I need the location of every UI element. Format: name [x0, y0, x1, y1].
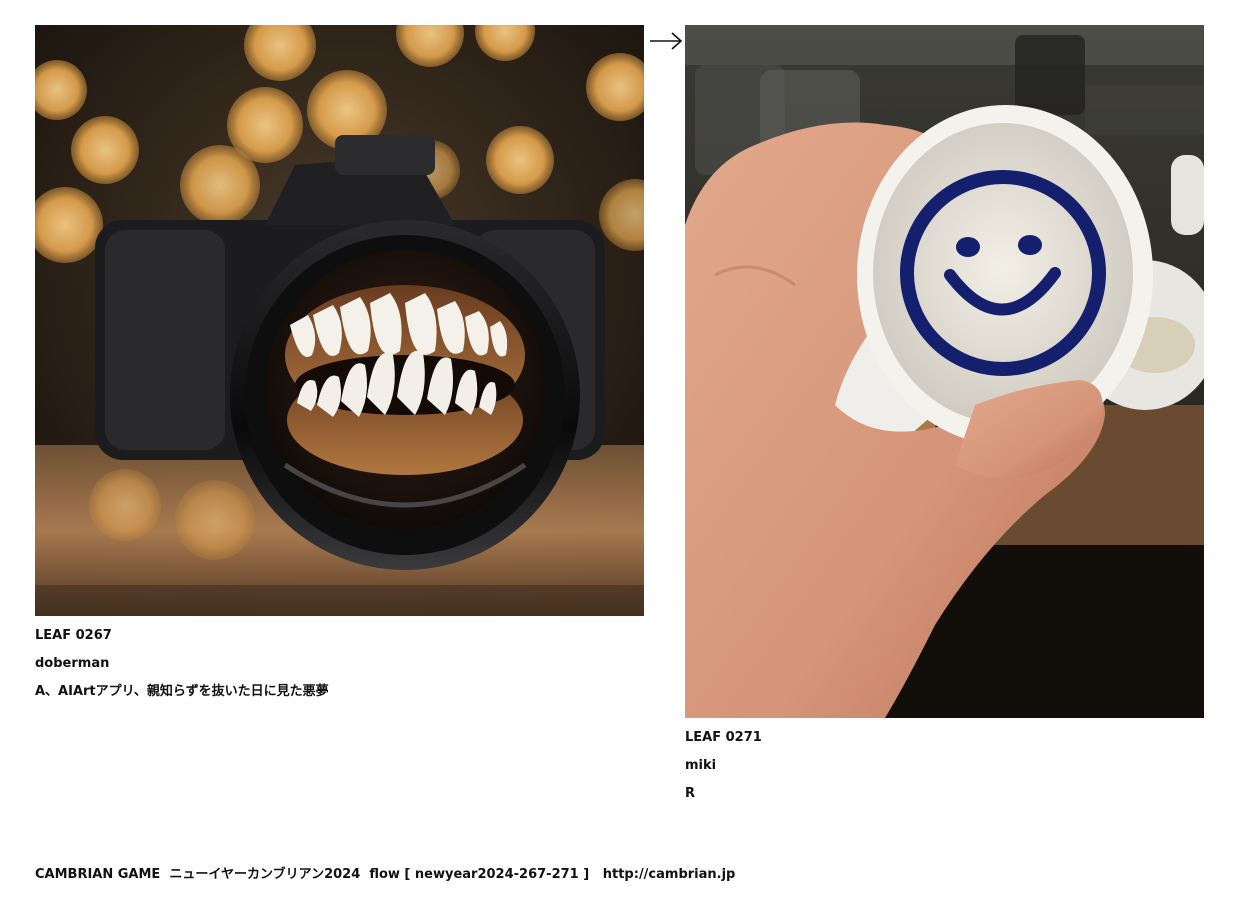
right-arrow-icon — [650, 32, 683, 50]
footer-flow: flow [ newyear2024-267-271 ] — [369, 867, 590, 882]
leaf-caption: R — [685, 786, 696, 801]
camera-with-teeth-photo[interactable] — [35, 25, 644, 616]
smiley-sake-cup-photo[interactable] — [685, 25, 1204, 718]
leaf-id: LEAF 0267 — [35, 628, 112, 643]
leaf-card-0267: LEAF 0267 doberman A、AIArtアプリ、親知らずを抜いた日に… — [35, 25, 644, 700]
leaf-author: doberman — [35, 656, 110, 671]
leaf-card-0271: LEAF 0271 miki R — [685, 25, 1204, 802]
footer-url-link[interactable]: http://cambrian.jp — [603, 867, 736, 882]
footer-title: ニューイヤーカンブリアン2024 — [169, 867, 361, 882]
footer: CAMBRIAN GAME ニューイヤーカンブリアン2024 flow [ ne… — [35, 867, 735, 883]
leaf-caption: A、AIArtアプリ、親知らずを抜いた日に見た悪夢 — [35, 684, 329, 699]
leaf-author: miki — [685, 758, 717, 773]
leaf-id: LEAF 0271 — [685, 730, 762, 745]
footer-brand[interactable]: CAMBRIAN GAME — [35, 867, 160, 882]
